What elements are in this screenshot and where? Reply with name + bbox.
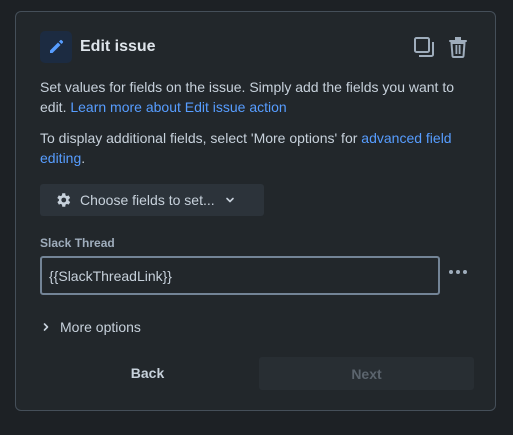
panel-header: Edit issue <box>40 30 471 64</box>
description-line2-end: . <box>81 150 86 166</box>
more-options-toggle[interactable]: More options <box>42 317 141 337</box>
next-button[interactable]: Next <box>259 357 474 390</box>
additional-fields-text: To display additional fields, select 'Mo… <box>40 128 473 168</box>
chevron-right-icon <box>42 322 50 332</box>
description-text: Set values for fields on the issue. Simp… <box>40 77 473 117</box>
duplicate-icon[interactable] <box>411 34 437 60</box>
slack-thread-label: Slack Thread <box>40 236 115 250</box>
back-button[interactable]: Back <box>40 357 255 389</box>
header-actions <box>411 34 471 60</box>
pencil-icon <box>40 31 72 63</box>
gear-icon <box>54 191 72 209</box>
edit-issue-panel: Edit issue Set values for fields on the … <box>15 11 496 411</box>
more-actions-icon[interactable] <box>446 260 470 284</box>
description-line2: To display additional fields, select 'Mo… <box>40 130 362 146</box>
choose-fields-label: Choose fields to set... <box>80 192 215 208</box>
more-options-label: More options <box>60 319 141 335</box>
chevron-down-icon <box>225 195 235 205</box>
slack-thread-input[interactable] <box>40 256 440 295</box>
learn-more-link[interactable]: Learn more about Edit issue action <box>70 99 286 115</box>
panel-title: Edit issue <box>80 38 156 55</box>
choose-fields-button[interactable]: Choose fields to set... <box>40 184 264 216</box>
trash-icon[interactable] <box>445 34 471 60</box>
